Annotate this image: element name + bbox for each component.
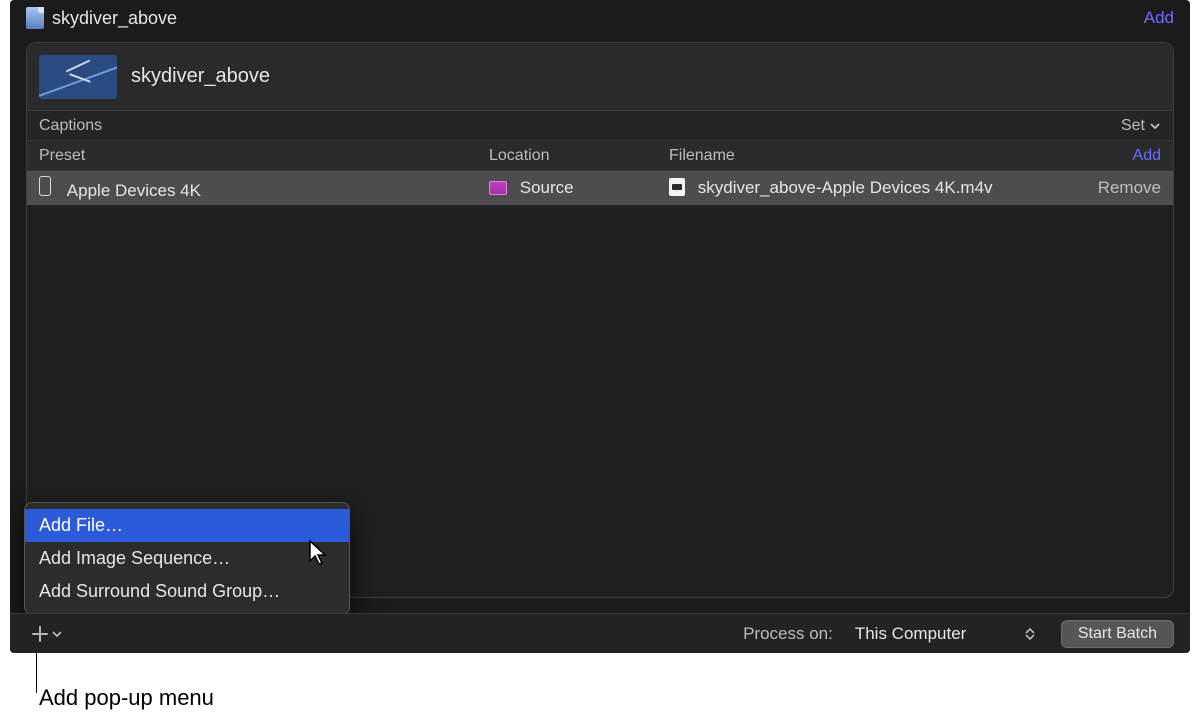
callout-line (36, 653, 37, 693)
callout: Add pop-up menu (36, 653, 1200, 711)
batch-window: skydiver_above Add skydiver_above Captio… (10, 0, 1190, 653)
chevron-down-icon (1149, 120, 1161, 132)
captions-row: Captions Set (27, 111, 1173, 141)
menu-item-add-file[interactable]: Add File… (25, 509, 349, 542)
job-title: skydiver_above (52, 8, 1144, 29)
location-value: Source (520, 178, 574, 197)
filename-value: skydiver_above-Apple Devices 4K.m4v (698, 178, 993, 197)
column-header-row: Preset Location Filename Add (27, 141, 1173, 171)
process-on-label: Process on: (743, 624, 833, 644)
device-icon (39, 176, 51, 196)
column-header-preset: Preset (39, 147, 489, 165)
job-document-icon (26, 7, 44, 29)
preset-name: Apple Devices 4K (67, 181, 201, 200)
plus-icon (30, 624, 50, 644)
captions-set-button[interactable]: Set (1121, 117, 1161, 135)
folder-icon (489, 181, 507, 195)
source-thumbnail (39, 55, 117, 99)
captions-set-label: Set (1121, 117, 1145, 135)
chevron-down-icon (50, 624, 64, 644)
source-name: skydiver_above (131, 65, 270, 88)
file-icon (669, 178, 685, 196)
job-header: skydiver_above Add (10, 0, 1190, 36)
column-header-filename: Filename (669, 147, 1081, 165)
filename-cell: skydiver_above-Apple Devices 4K.m4v (669, 178, 1081, 198)
stepper-icon (1025, 627, 1035, 641)
callout-label: Add pop-up menu (39, 653, 214, 711)
menu-item-add-image-sequence[interactable]: Add Image Sequence… (25, 542, 349, 575)
process-on-select[interactable]: This Computer (845, 624, 1045, 644)
header-add-link[interactable]: Add (1144, 8, 1174, 28)
preset-row[interactable]: Apple Devices 4K Source skydiver_above-A… (27, 171, 1173, 205)
remove-button[interactable]: Remove (1081, 178, 1161, 198)
preset-cell: Apple Devices 4K (39, 176, 489, 201)
menu-item-add-surround-sound-group[interactable]: Add Surround Sound Group… (25, 575, 349, 608)
add-popup-menu: Add File… Add Image Sequence… Add Surrou… (24, 502, 350, 615)
add-popup-button[interactable] (26, 620, 68, 648)
footer-bar: Process on: This Computer Start Batch (10, 613, 1190, 653)
source-row[interactable]: skydiver_above (27, 43, 1173, 111)
process-on-value: This Computer (855, 624, 1017, 644)
column-header-location: Location (489, 147, 669, 165)
column-header-add-link[interactable]: Add (1081, 147, 1161, 165)
location-cell: Source (489, 178, 669, 198)
captions-label: Captions (39, 117, 102, 135)
start-batch-button[interactable]: Start Batch (1061, 620, 1174, 648)
